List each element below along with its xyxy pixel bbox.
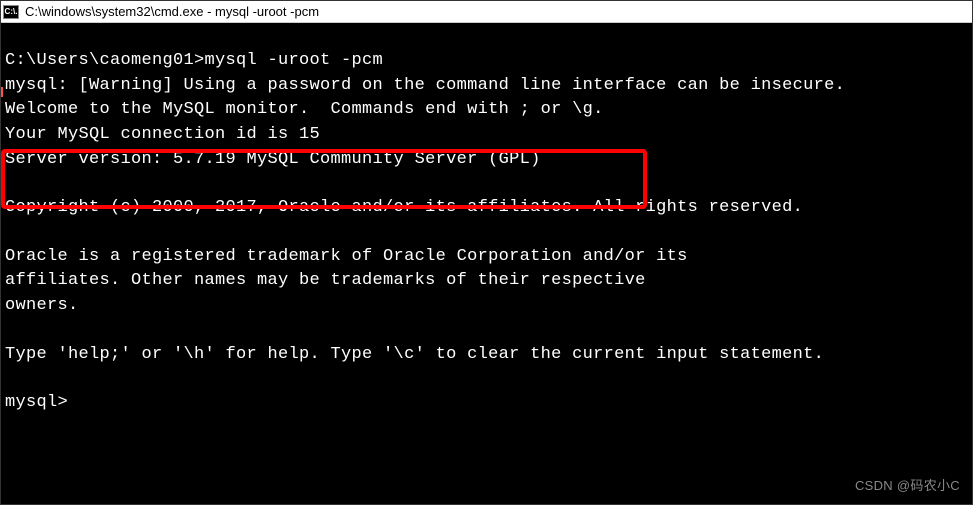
help-line: Type 'help;' or '\h' for help. Type '\c'… — [5, 343, 968, 368]
window-title: C:\windows\system32\cmd.exe - mysql -uro… — [25, 4, 319, 19]
watermark: CSDN @码农小C — [855, 477, 960, 496]
trademark-line-2: affiliates. Other names may be trademark… — [5, 269, 968, 294]
blank-line — [5, 221, 968, 245]
copyright-line: Copyright (c) 2000, 2017, Oracle and/or … — [5, 196, 968, 221]
mysql-prompt[interactable]: mysql> — [5, 391, 968, 416]
warning-line: mysql: [Warning] Using a password on the… — [5, 74, 968, 99]
red-edge-marker — [1, 87, 3, 97]
trademark-line-1: Oracle is a registered trademark of Orac… — [5, 245, 968, 270]
terminal-area[interactable]: C:\Users\caomeng01>mysql -uroot -pcm mys… — [1, 23, 972, 504]
trademark-line-3: owners. — [5, 294, 968, 319]
cmd-icon: C:\. — [3, 5, 19, 19]
blank-line — [5, 25, 968, 49]
connection-line: Your MySQL connection id is 15 — [5, 123, 968, 148]
welcome-line: Welcome to the MySQL monitor. Commands e… — [5, 98, 968, 123]
cmd-window: C:\. C:\windows\system32\cmd.exe - mysql… — [0, 0, 973, 505]
blank-line — [5, 367, 968, 391]
blank-line — [5, 172, 968, 196]
blank-line — [5, 319, 968, 343]
prompt-line: C:\Users\caomeng01>mysql -uroot -pcm — [5, 49, 968, 74]
server-version-line: Server version: 5.7.19 MySQL Community S… — [5, 148, 968, 173]
titlebar[interactable]: C:\. C:\windows\system32\cmd.exe - mysql… — [1, 1, 972, 23]
cmd-icon-text: C:\. — [5, 7, 18, 16]
